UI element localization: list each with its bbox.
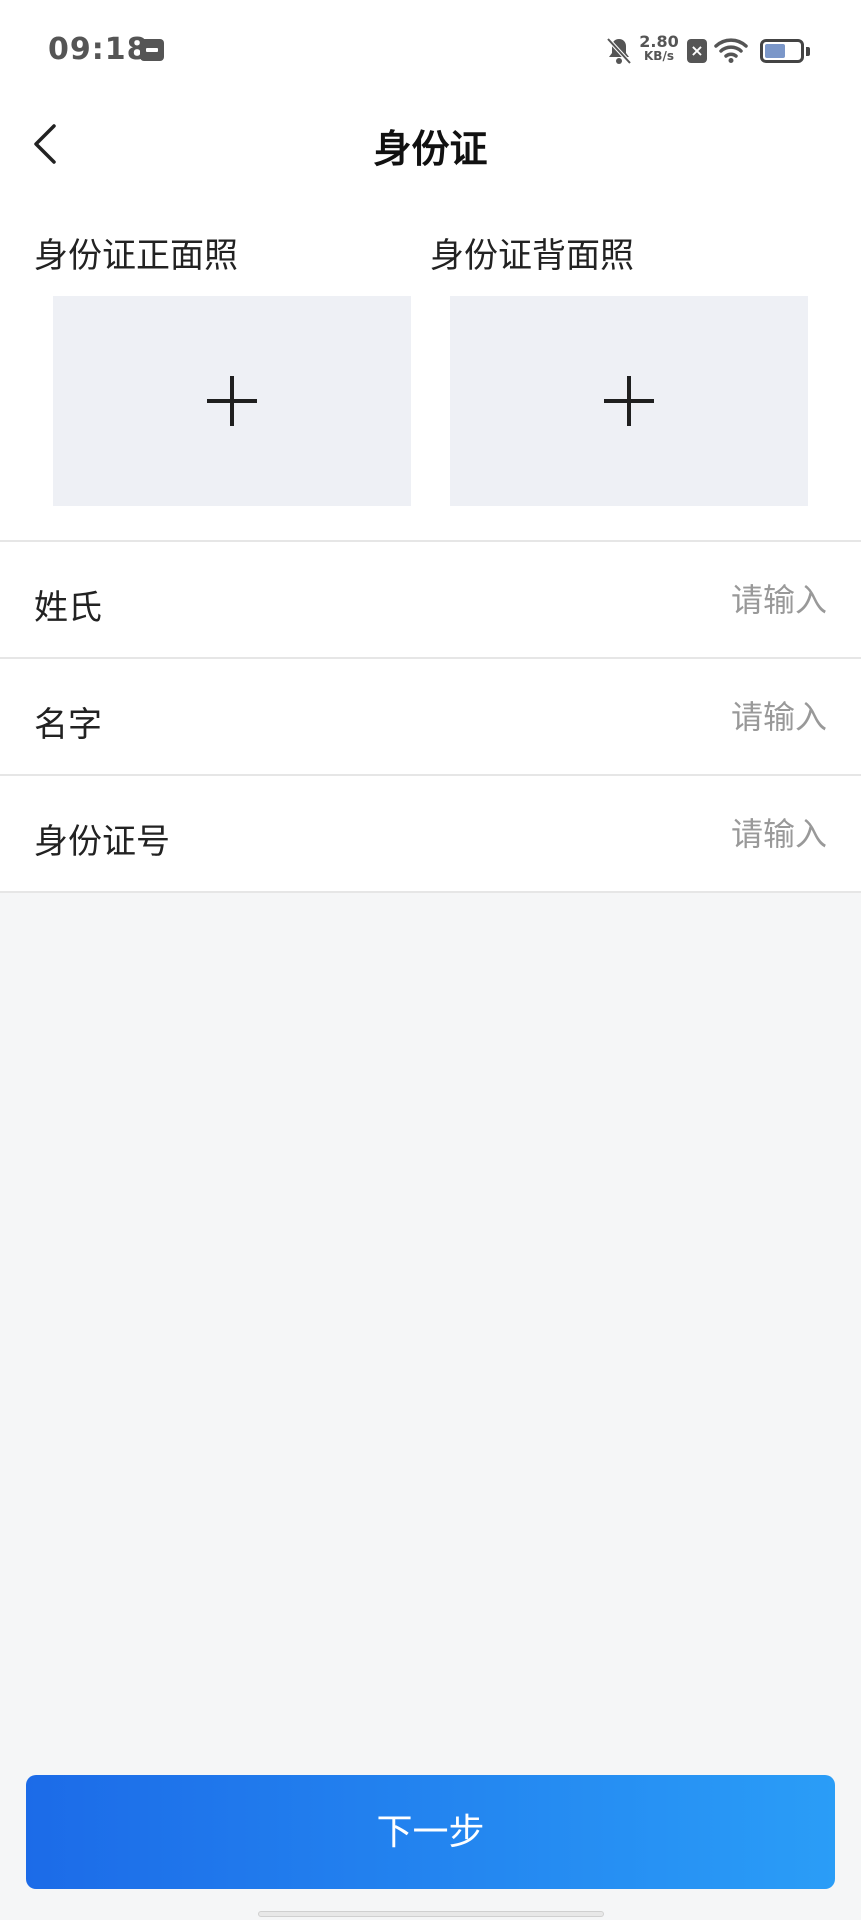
front-photo-label: 身份证正面照 — [34, 236, 238, 276]
plus-icon — [207, 376, 257, 426]
wifi-icon — [714, 38, 748, 63]
bell-muted-icon — [606, 37, 632, 65]
id-number-input[interactable] — [407, 810, 827, 858]
no-sim-icon: × — [687, 39, 707, 63]
app-notification-icon — [140, 39, 164, 61]
surname-label: 姓氏 — [34, 588, 102, 628]
surname-row: 姓氏 — [0, 542, 861, 659]
status-bar: 09:18 2.80 KB/s × — [0, 0, 861, 100]
given-name-input[interactable] — [407, 693, 827, 741]
back-photo-upload[interactable] — [450, 296, 808, 506]
battery-fill — [765, 44, 785, 58]
front-photo-upload[interactable] — [53, 296, 411, 506]
plus-icon — [604, 376, 654, 426]
id-form: 姓氏 名字 身份证号 — [0, 540, 861, 893]
back-photo-label: 身份证背面照 — [430, 236, 634, 276]
id-photo-section: 身份证正面照 身份证背面照 — [0, 200, 861, 540]
header: 身份证 — [0, 100, 861, 200]
page: 09:18 2.80 KB/s × 身份证 身份证正面照 身份证背面照 姓氏 请… — [0, 0, 861, 1920]
network-speed: 2.80 KB/s — [639, 34, 679, 64]
id-number-row: 身份证号 — [0, 776, 861, 893]
battery-icon — [760, 39, 810, 63]
battery-tip — [806, 47, 810, 56]
surname-input[interactable] — [407, 576, 827, 624]
home-indicator[interactable] — [258, 1911, 604, 1917]
id-number-label: 身份证号 — [34, 822, 170, 862]
next-step-button[interactable]: 下一步 — [26, 1775, 835, 1889]
network-speed-unit: KB/s — [644, 49, 674, 63]
given-name-label: 名字 — [34, 705, 102, 745]
page-title: 身份证 — [373, 127, 488, 171]
status-time: 09:18 — [48, 32, 149, 67]
given-name-row: 名字 — [0, 659, 861, 776]
